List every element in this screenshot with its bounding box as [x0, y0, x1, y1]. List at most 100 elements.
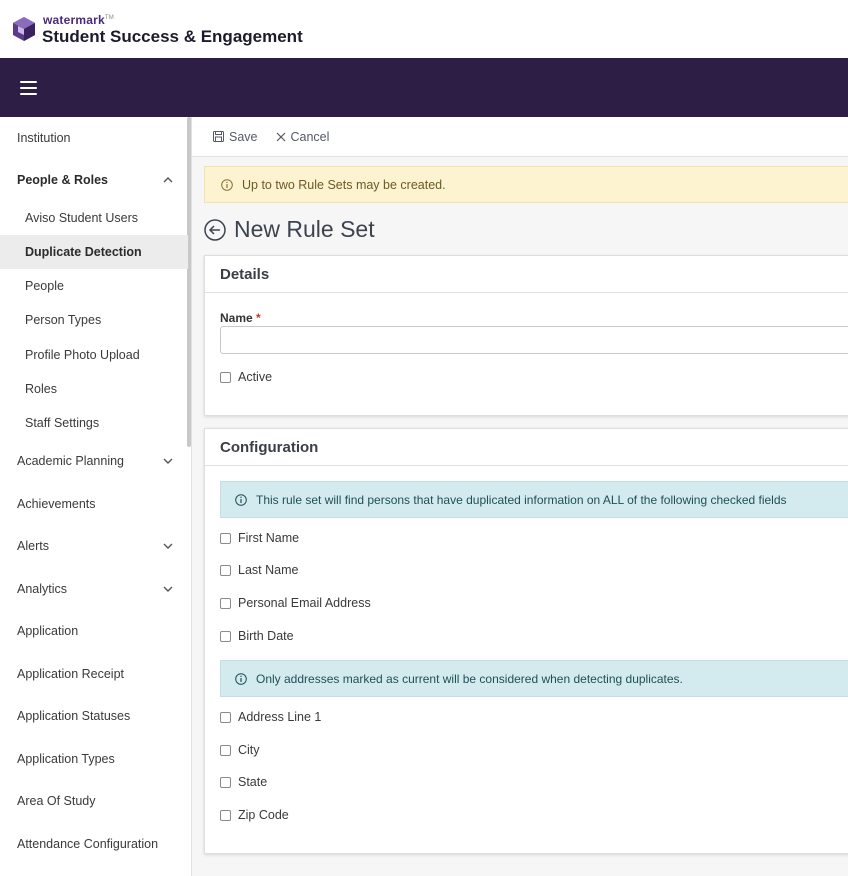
name-field-label: Name *: [220, 311, 261, 325]
active-checkbox[interactable]: [220, 371, 231, 383]
birth-date-checkbox[interactable]: [220, 630, 231, 642]
sidebar-item-label: Application Receipt: [17, 667, 125, 681]
state-label: State: [238, 775, 268, 789]
chevron-down-icon: [163, 543, 173, 549]
personal-email-checkbox-row[interactable]: Personal Email Address: [220, 596, 371, 610]
sidebar-item-label: People: [25, 279, 64, 293]
sidebar-item-label: Academic Planning: [17, 454, 125, 468]
sidebar-item-application-statuses[interactable]: Application Statuses: [0, 699, 188, 733]
chevron-down-icon: [163, 586, 173, 592]
configuration-card: Configuration This rule set will find pe…: [204, 428, 848, 854]
sidebar-item-alerts[interactable]: Alerts: [0, 529, 188, 563]
sidebar-item-person-types[interactable]: Person Types: [0, 303, 188, 337]
state-checkbox-row[interactable]: State: [220, 775, 267, 789]
zip-code-checkbox[interactable]: [220, 809, 231, 821]
watermark-logo-icon: [13, 17, 35, 41]
sidebar-item-label: Profile Photo Upload: [25, 348, 140, 362]
save-button[interactable]: Save: [213, 130, 258, 144]
sidebar-item-label: Area Of Study: [17, 794, 96, 808]
city-checkbox-row[interactable]: City: [220, 743, 260, 757]
active-checkbox-row[interactable]: Active: [220, 370, 272, 384]
sidebar-item-label: Achievements: [17, 497, 96, 511]
zip-code-checkbox-row[interactable]: Zip Code: [220, 808, 289, 822]
brand-company: watermarkTM: [43, 12, 114, 27]
cancel-button[interactable]: Cancel: [276, 129, 330, 144]
back-arrow-icon[interactable]: [204, 218, 226, 241]
sidebar-item-application-types[interactable]: Application Types: [0, 742, 188, 776]
top-navbar: [0, 58, 848, 117]
cancel-label: Cancel: [290, 129, 330, 144]
info-icon: [221, 178, 233, 191]
sidebar-item-achievements[interactable]: Achievements: [0, 487, 188, 521]
name-input[interactable]: [220, 326, 848, 354]
page-header: New Rule Set: [204, 216, 375, 243]
sidebar-item-area-of-study[interactable]: Area Of Study: [0, 784, 188, 818]
brand-product-title: Student Success & Engagement: [42, 26, 303, 46]
sidebar-item-people-roles[interactable]: People & Roles: [0, 163, 188, 197]
last-name-checkbox-row[interactable]: Last Name: [220, 563, 298, 577]
birth-date-checkbox-row[interactable]: Birth Date: [220, 629, 294, 643]
sidebar-item-institution[interactable]: Institution: [0, 121, 188, 155]
first-name-checkbox-row[interactable]: First Name: [220, 531, 299, 545]
sidebar-item-profile-photo-upload[interactable]: Profile Photo Upload: [0, 338, 188, 372]
address-line-1-checkbox-row[interactable]: Address Line 1: [220, 710, 321, 724]
save-label: Save: [229, 129, 258, 144]
sidebar-item-application[interactable]: Application: [0, 614, 188, 648]
sidebar: Institution People & Roles Aviso Student…: [0, 117, 192, 876]
city-checkbox[interactable]: [220, 744, 231, 756]
sidebar-item-label: Person Types: [25, 313, 102, 327]
address-line-1-checkbox[interactable]: [220, 711, 231, 723]
details-card: Details Name * Active: [204, 255, 848, 416]
sidebar-item-label: Aviso Student Users: [25, 211, 139, 225]
last-name-label: Last Name: [238, 563, 299, 577]
address-info-banner: Only addresses marked as current will be…: [220, 660, 848, 697]
sidebar-item-staff-settings[interactable]: Staff Settings: [0, 406, 188, 440]
sidebar-item-roles[interactable]: Roles: [0, 372, 188, 406]
sidebar-item-people[interactable]: People: [0, 269, 188, 303]
birth-date-label: Birth Date: [238, 629, 294, 643]
sidebar-item-analytics[interactable]: Analytics: [0, 572, 188, 606]
rule-set-info-banner: This rule set will find persons that hav…: [220, 481, 848, 518]
sidebar-item-label: Institution: [17, 131, 71, 145]
chevron-down-icon: [163, 458, 173, 464]
details-heading: Details: [205, 256, 848, 293]
sidebar-item-label: Analytics: [17, 582, 68, 596]
close-icon: [276, 132, 285, 141]
main-content: Save Cancel Up to two Rule Sets may be c…: [192, 117, 848, 876]
first-name-checkbox[interactable]: [220, 532, 231, 544]
sidebar-item-application-receipt[interactable]: Application Receipt: [0, 657, 188, 691]
sidebar-item-label: People & Roles: [17, 173, 108, 187]
brand-header: watermarkTM Student Success & Engagement: [0, 0, 848, 58]
notice-text: Up to two Rule Sets may be created.: [242, 177, 446, 192]
sidebar-item-academic-planning[interactable]: Academic Planning: [0, 444, 188, 478]
state-checkbox[interactable]: [220, 776, 231, 788]
action-toolbar: Save Cancel: [192, 117, 848, 157]
personal-email-checkbox[interactable]: [220, 597, 231, 609]
chevron-up-icon: [163, 177, 173, 183]
save-icon: [213, 131, 224, 142]
first-name-label: First Name: [238, 531, 300, 545]
sidebar-item-duplicate-detection[interactable]: Duplicate Detection: [0, 235, 188, 269]
sidebar-item-label: Alerts: [17, 539, 49, 553]
sidebar-item-attendance-configuration[interactable]: Attendance Configuration: [0, 827, 188, 861]
info-icon: [235, 672, 247, 685]
personal-email-label: Personal Email Address: [238, 596, 371, 610]
sidebar-item-label: Duplicate Detection: [25, 245, 142, 259]
city-label: City: [238, 743, 260, 757]
address-info-text: Only addresses marked as current will be…: [256, 671, 683, 686]
active-label: Active: [238, 370, 273, 384]
info-icon: [235, 493, 247, 506]
last-name-checkbox[interactable]: [220, 564, 231, 576]
configuration-heading: Configuration: [205, 429, 848, 466]
sidebar-item-label: Roles: [25, 382, 57, 396]
sidebar-item-label: Attendance Configuration: [17, 837, 159, 851]
address-line-1-label: Address Line 1: [238, 710, 322, 724]
rule-set-limit-notice: Up to two Rule Sets may be created.: [204, 166, 848, 203]
sidebar-item-aviso-student-users[interactable]: Aviso Student Users: [0, 201, 188, 235]
page-title: New Rule Set: [234, 216, 375, 242]
hamburger-menu-icon[interactable]: [20, 80, 37, 95]
sidebar-item-label: Application Statuses: [17, 709, 131, 723]
sidebar-item-label: Application: [17, 624, 79, 638]
zip-code-label: Zip Code: [238, 808, 289, 822]
info-banner-text: This rule set will find persons that hav…: [256, 492, 787, 507]
